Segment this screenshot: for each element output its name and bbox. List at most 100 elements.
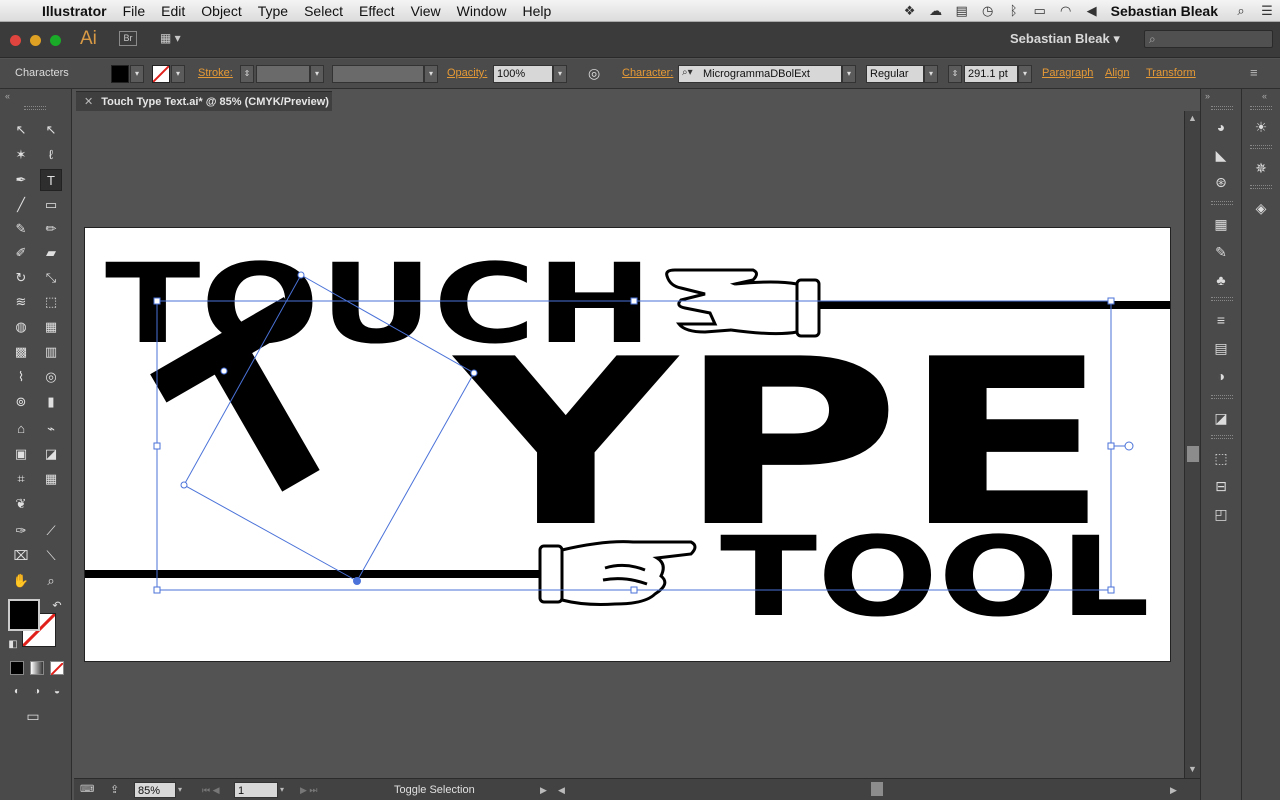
control-panel-menu-icon[interactable]: ≡: [1250, 65, 1258, 80]
draw-normal-icon[interactable]: ◐: [6, 681, 28, 703]
help-search-input[interactable]: ⌕: [1144, 30, 1273, 48]
font-family-field[interactable]: MicrogrammaDBolExt: [678, 65, 842, 83]
bluetooth-icon[interactable]: ᛒ: [1001, 3, 1027, 18]
default-fill-stroke-icon[interactable]: ◧: [2, 634, 24, 656]
zoom-tool-icon[interactable]: ⌕: [40, 570, 62, 592]
paragraph-link[interactable]: Paragraph: [1042, 67, 1093, 79]
stroke-weight-field[interactable]: [256, 65, 310, 83]
dock-grip-5[interactable]: [1211, 435, 1233, 439]
artboard-dropdown-arrow[interactable]: ▾: [280, 782, 284, 798]
pen-tool-icon[interactable]: ✒: [10, 169, 32, 191]
live-paint-bucket-tool-icon[interactable]: ▣: [10, 443, 32, 465]
color-mode-button[interactable]: [10, 661, 24, 675]
dock-right-grip-2[interactable]: [1250, 145, 1272, 149]
symbols-panel-icon[interactable]: ♣: [1209, 269, 1233, 291]
artboard-number-field[interactable]: 1: [234, 782, 278, 798]
status-menu-arrow[interactable]: ▶: [540, 782, 547, 798]
mesh-tool-icon[interactable]: ▩: [10, 341, 32, 363]
opacity-label[interactable]: Opacity:: [447, 67, 487, 79]
variable-width-dropdown[interactable]: ▾: [424, 65, 438, 83]
touch-type-tool-icon[interactable]: T: [40, 169, 62, 191]
menu-object[interactable]: Object: [193, 3, 249, 19]
zoom-window-button[interactable]: [50, 35, 61, 46]
align-link[interactable]: Align: [1105, 67, 1129, 79]
transparency-panel-icon[interactable]: ◑: [1209, 365, 1233, 387]
perspective-grid-tool-icon[interactable]: ▦: [40, 316, 62, 338]
font-size-field[interactable]: 291.1 pt: [964, 65, 1018, 83]
swatches-panel-icon[interactable]: ▦: [1209, 213, 1233, 235]
document-tab[interactable]: ✕ Touch Type Text.ai* @ 85% (CMYK/Preview…: [76, 91, 332, 111]
menu-type[interactable]: Type: [250, 3, 296, 19]
graph-tool-icon[interactable]: ▦: [40, 468, 62, 490]
blend-tool-icon[interactable]: ◎: [40, 366, 62, 388]
dropbox-icon[interactable]: ❖: [897, 3, 923, 19]
menu-file[interactable]: File: [115, 3, 154, 19]
recolor-artwork-icon[interactable]: ◎: [588, 65, 600, 82]
minimize-window-button[interactable]: [30, 35, 41, 46]
dock-grip[interactable]: [1211, 106, 1233, 110]
rectangle-tool-icon[interactable]: ▭: [40, 194, 62, 216]
horizontal-scroll-thumb[interactable]: [871, 782, 883, 796]
fill-color-swatch[interactable]: [111, 65, 129, 83]
font-size-stepper[interactable]: ⇕: [948, 65, 962, 83]
live-paint-selection-tool-icon[interactable]: ◪: [40, 443, 62, 465]
eraser-tool-icon[interactable]: ▰: [40, 242, 62, 264]
change-screen-mode-icon[interactable]: ▭: [22, 705, 44, 727]
navigator-panel-icon[interactable]: ☀: [1249, 116, 1273, 138]
pencil-tool-icon[interactable]: ✏: [40, 218, 62, 240]
scroll-up-arrow-icon[interactable]: ▲: [1188, 113, 1197, 123]
stroke-weight-stepper[interactable]: ⇕: [240, 65, 254, 83]
gradient-tool-icon[interactable]: ▥: [40, 341, 62, 363]
document-canvas[interactable]: TOUCH T YPE TOOL: [74, 111, 1184, 778]
menubar-user-name[interactable]: Sebastian Bleak: [1105, 3, 1228, 19]
knife-tool-icon[interactable]: ⟋: [40, 520, 62, 542]
tools-panel-grip[interactable]: [24, 106, 46, 110]
scroll-down-arrow-icon[interactable]: ▼: [1188, 764, 1197, 774]
stroke-color-swatch[interactable]: [152, 65, 170, 83]
artboard[interactable]: TOUCH T YPE TOOL: [84, 227, 1171, 662]
dock-right-grip[interactable]: [1250, 106, 1272, 110]
menu-view[interactable]: View: [403, 3, 449, 19]
opacity-field[interactable]: 100%: [493, 65, 553, 83]
volume-icon[interactable]: ◀: [1079, 3, 1105, 19]
zoom-dropdown-arrow[interactable]: ▾: [178, 782, 182, 798]
font-family-dropdown[interactable]: ▾: [842, 65, 856, 83]
measure-tool-icon[interactable]: ⟍: [40, 545, 62, 567]
scale-tool-icon[interactable]: ⤡: [40, 267, 62, 289]
appearance-panel-icon[interactable]: ◪: [1209, 407, 1233, 429]
stroke-panel-icon[interactable]: ≡: [1209, 309, 1233, 331]
menu-app-name[interactable]: Illustrator: [34, 3, 115, 19]
symbol-sprayer-tool-icon[interactable]: ⊚: [10, 391, 32, 413]
draw-behind-icon[interactable]: ◑: [26, 681, 48, 703]
fill-color-box[interactable]: [8, 599, 40, 631]
transform-panel-icon[interactable]: ⬚: [1209, 447, 1233, 469]
character-label[interactable]: Character:: [622, 67, 673, 79]
line-segment-tool-icon[interactable]: ╱: [10, 194, 32, 216]
slice-tool-icon[interactable]: ⌁: [40, 418, 62, 440]
tools-collapse-icon[interactable]: «: [5, 91, 10, 101]
pen-variant-tool-icon[interactable]: ✑: [10, 520, 32, 542]
hand-tool-icon[interactable]: ✋: [10, 570, 32, 592]
menu-effect[interactable]: Effect: [351, 3, 403, 19]
font-style-dropdown[interactable]: ▾: [924, 65, 938, 83]
brushes-panel-icon[interactable]: ✎: [1209, 241, 1233, 263]
stroke-dropdown-arrow[interactable]: ▾: [171, 65, 185, 83]
color-guide-icon[interactable]: ◣: [1209, 144, 1233, 166]
first-artboard-icon[interactable]: ⏮ ◀: [202, 782, 220, 798]
none-mode-button[interactable]: [50, 661, 64, 676]
paintbrush-tool-icon[interactable]: ✎: [10, 218, 32, 240]
pathfinder-panel-icon[interactable]: ◰: [1209, 503, 1233, 525]
align-panel-icon[interactable]: ⊟: [1209, 475, 1233, 497]
scroll-right-arrow-icon[interactable]: ▶: [1170, 782, 1177, 798]
artboard-tool-icon[interactable]: ⌂: [10, 418, 32, 440]
workspace-switcher[interactable]: Sebastian Bleak ▾: [1010, 31, 1120, 47]
swap-fill-stroke-icon[interactable]: ↶: [46, 595, 68, 617]
column-graph-tool-icon[interactable]: ▮: [40, 391, 62, 413]
spotlight-search-icon[interactable]: ⌕: [1228, 3, 1254, 19]
gradient-mode-button[interactable]: [30, 661, 44, 675]
opacity-dropdown[interactable]: ▾: [553, 65, 567, 83]
fill-dropdown-arrow[interactable]: ▾: [130, 65, 144, 83]
wifi-icon[interactable]: ◠: [1053, 3, 1079, 19]
document-info-panel-icon[interactable]: ✵: [1249, 157, 1273, 179]
free-transform-tool-icon[interactable]: ⬚: [40, 291, 62, 313]
